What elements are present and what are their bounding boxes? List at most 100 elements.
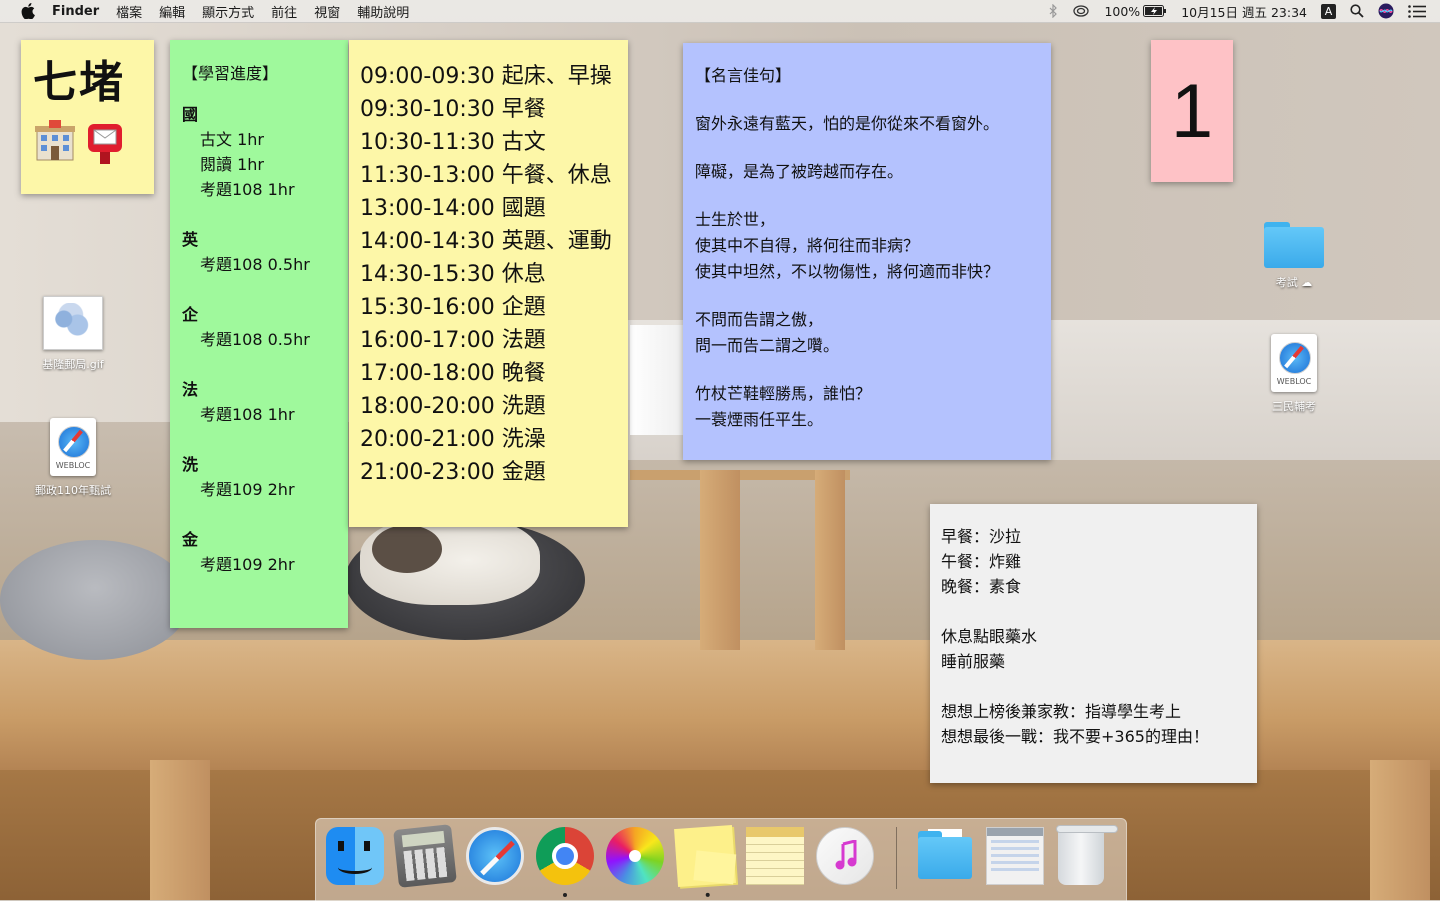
wallpaper-bench-leg bbox=[815, 470, 845, 650]
bluetooth-icon[interactable] bbox=[1049, 4, 1058, 18]
airplay-sync-icon[interactable] bbox=[1072, 4, 1090, 18]
progress-subject: 英 bbox=[182, 230, 199, 249]
reminder-line: 睡前服藥 bbox=[941, 652, 1006, 671]
dock-recent-documents-icon[interactable] bbox=[986, 827, 1044, 885]
apple-menu-icon[interactable] bbox=[18, 0, 38, 22]
sticky-note-reminders[interactable]: 早餐：沙拉 午餐：炸雞 晚餐：素食 休息點眼藥水 睡前服藥 想想上榜後兼家教：指… bbox=[930, 504, 1257, 783]
dock-finder-icon[interactable] bbox=[326, 827, 384, 885]
post-office-icon bbox=[33, 120, 77, 170]
desktop-icon-map-gif[interactable]: 基隆郵局.gif bbox=[18, 296, 128, 372]
desktop-icon-webloc-left[interactable]: WEBLOC 郵政110年甄試 bbox=[18, 418, 128, 498]
progress-item: 考題109 2hr bbox=[200, 480, 295, 499]
progress-item: 考題108 0.5hr bbox=[200, 330, 310, 349]
dock-stickies-icon[interactable] bbox=[674, 825, 737, 898]
quote-line: 不問而告謂之傲， bbox=[695, 310, 824, 329]
spotlight-search-icon[interactable] bbox=[1350, 4, 1364, 18]
progress-section: 洗 考題109 2hr bbox=[182, 452, 338, 502]
wallpaper-cushion bbox=[0, 540, 190, 660]
battery-icon bbox=[1143, 5, 1167, 17]
sticky-note-study-progress[interactable]: 【學習進度】 國 古文 1hr 閱讀 1hr 考題108 1hr 英 考題108… bbox=[170, 40, 348, 628]
quote-line: 障礙，是為了被跨越而存在。 bbox=[695, 162, 904, 181]
wallpaper-bench-leg bbox=[150, 760, 210, 900]
progress-item: 考題109 2hr bbox=[200, 555, 295, 574]
menu-file[interactable]: 檔案 bbox=[116, 2, 142, 21]
wallpaper-cat-spot bbox=[372, 525, 442, 573]
schedule-entry: 14:00-14:30 英題、運動 bbox=[360, 229, 612, 254]
progress-subject: 國 bbox=[182, 105, 199, 124]
icloud-icon: ☁ bbox=[1301, 276, 1313, 289]
quote-line: 使其中不自得，將何往而非病？ bbox=[695, 236, 920, 255]
dock-downloads-folder-icon[interactable] bbox=[916, 827, 974, 885]
menu-view[interactable]: 顯示方式 bbox=[202, 2, 254, 21]
schedule-entry: 15:30-16:00 企題 bbox=[360, 295, 546, 320]
wallpaper-stand bbox=[630, 325, 690, 435]
menu-help[interactable]: 輔助說明 bbox=[357, 2, 409, 21]
progress-subject: 金 bbox=[182, 530, 199, 549]
webloc-tag: WEBLOC bbox=[1276, 377, 1312, 386]
webloc-tag: WEBLOC bbox=[55, 461, 91, 470]
image-file-icon bbox=[43, 296, 103, 350]
desktop-icon-label: 三民輔考 bbox=[1272, 400, 1316, 413]
schedule-entry: 09:30-10:30 早餐 bbox=[360, 97, 546, 122]
wallpaper-bench-leg bbox=[1370, 760, 1430, 900]
desktop-icon-folder-exam[interactable]: 考試 ☁ bbox=[1239, 222, 1349, 290]
quotes-title: 【名言佳句】 bbox=[695, 66, 792, 85]
progress-section: 法 考題108 1hr bbox=[182, 377, 338, 427]
dock-safari-icon[interactable] bbox=[466, 827, 524, 885]
notification-center-icon[interactable] bbox=[1408, 4, 1426, 18]
menu-app-name[interactable]: Finder bbox=[52, 4, 99, 19]
progress-item: 古文 1hr bbox=[200, 130, 264, 149]
dock-chrome-icon[interactable] bbox=[536, 827, 594, 897]
reminder-line: 午餐：炸雞 bbox=[941, 552, 1022, 571]
schedule-entry: 09:00-09:30 起床、早操 bbox=[360, 64, 612, 89]
desktop-icon-label: 考試 ☁ bbox=[1275, 276, 1313, 289]
postbox-icon bbox=[85, 120, 125, 170]
siri-icon[interactable] bbox=[1378, 3, 1394, 19]
schedule-entry: 17:00-18:00 晚餐 bbox=[360, 361, 546, 386]
quote-line: 使其中坦然，不以物傷性，將何適而非快？ bbox=[695, 262, 1000, 281]
running-indicator bbox=[705, 892, 710, 898]
dock-photos-icon[interactable] bbox=[606, 827, 664, 885]
counter-value: 1 bbox=[1170, 68, 1214, 154]
progress-item: 考題108 0.5hr bbox=[200, 255, 310, 274]
menu-window[interactable]: 視窗 bbox=[314, 2, 340, 21]
input-source-badge[interactable]: A bbox=[1321, 3, 1336, 19]
progress-subject: 法 bbox=[182, 380, 199, 399]
schedule-entry: 16:00-17:00 法題 bbox=[360, 328, 546, 353]
reminder-line: 休息點眼藥水 bbox=[941, 627, 1038, 646]
clock[interactable]: 10月15日 週五 23:34 bbox=[1181, 2, 1307, 21]
sticky-note-schedule[interactable]: 09:00-09:30 起床、早操 09:30-10:30 早餐 10:30-1… bbox=[349, 40, 628, 527]
dock bbox=[315, 818, 1127, 901]
progress-subject: 企 bbox=[182, 305, 199, 324]
dock-notes-icon[interactable] bbox=[746, 827, 804, 885]
webloc-file-icon: WEBLOC bbox=[1271, 334, 1317, 392]
quote-line: 窗外永遠有藍天，怕的是你從來不看窗外。 bbox=[695, 114, 1000, 133]
dock-itunes-icon[interactable] bbox=[816, 827, 874, 885]
schedule-entry: 20:00-21:00 洗澡 bbox=[360, 427, 546, 452]
progress-section: 企 考題108 0.5hr bbox=[182, 302, 338, 352]
sticky-note-quotes[interactable]: 【名言佳句】 窗外永遠有藍天，怕的是你從來不看窗外。 障礙，是為了被跨越而存在。… bbox=[683, 43, 1051, 460]
webloc-file-icon: WEBLOC bbox=[50, 418, 96, 476]
menu-bar: Finder 檔案 編輯 顯示方式 前往 視窗 輔助說明 100% 10月15日… bbox=[0, 0, 1440, 23]
battery-status[interactable]: 100% bbox=[1104, 4, 1167, 19]
reminder-line: 晚餐：素食 bbox=[941, 577, 1022, 596]
schedule-entry: 10:30-11:30 古文 bbox=[360, 130, 546, 155]
reminder-line: 早餐：沙拉 bbox=[941, 527, 1022, 546]
progress-section: 國 古文 1hr 閱讀 1hr 考題108 1hr bbox=[182, 102, 338, 202]
reminder-line: 想想上榜後兼家教：指導學生考上 bbox=[941, 702, 1182, 721]
progress-item: 閱讀 1hr bbox=[200, 155, 264, 174]
progress-section: 英 考題108 0.5hr bbox=[182, 227, 338, 277]
progress-subject: 洗 bbox=[182, 455, 199, 474]
quote-line: 問一而告二謂之囋。 bbox=[695, 336, 840, 355]
dock-trash-icon[interactable] bbox=[1056, 825, 1118, 885]
desktop-icon-webloc-right[interactable]: WEBLOC 三民輔考 bbox=[1239, 334, 1349, 414]
menu-edit[interactable]: 編輯 bbox=[159, 2, 185, 21]
progress-title: 【學習進度】 bbox=[182, 64, 279, 83]
menu-go[interactable]: 前往 bbox=[271, 2, 297, 21]
dock-separator bbox=[896, 827, 897, 889]
schedule-entry: 21:00-23:00 金題 bbox=[360, 460, 546, 485]
sticky-note-location[interactable]: 七堵 bbox=[21, 40, 154, 194]
running-indicator bbox=[563, 893, 567, 897]
dock-calculator-icon[interactable] bbox=[393, 824, 457, 888]
sticky-note-counter[interactable]: 1 bbox=[1151, 40, 1233, 182]
